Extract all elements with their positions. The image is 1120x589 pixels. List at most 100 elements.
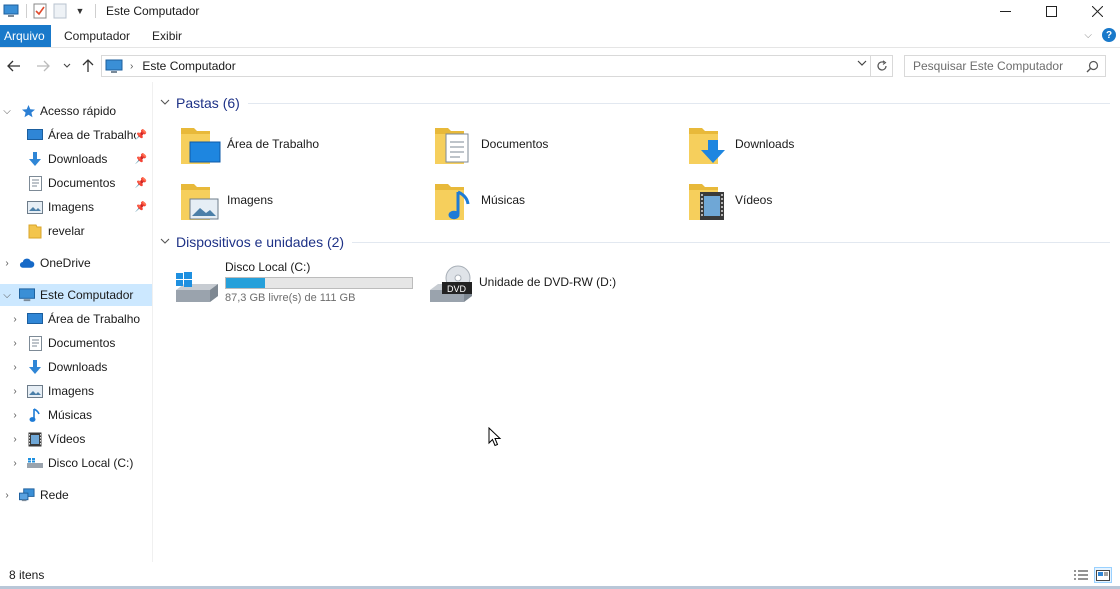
tab-arquivo[interactable]: Arquivo xyxy=(0,25,51,47)
maximize-button[interactable] xyxy=(1028,0,1074,22)
sidebar-item-documentos[interactable]: › Documentos xyxy=(0,332,152,354)
search-input[interactable] xyxy=(913,59,1083,73)
status-bar: 8 itens xyxy=(0,564,1120,586)
folder-tile-musicas[interactable]: Músicas xyxy=(434,176,684,224)
ribbon-tabs: Arquivo Computador Exibir ⌵ ? xyxy=(0,25,1120,48)
sidebar-item-area-de-trabalho[interactable]: › Área de Trabalho xyxy=(0,308,152,330)
sidebar-item-documentos-pinned[interactable]: Documentos 📌 xyxy=(0,172,152,194)
sidebar-item-videos[interactable]: › Vídeos xyxy=(0,428,152,450)
sidebar-item-label: Disco Local (C:) xyxy=(48,456,134,470)
pin-icon[interactable]: 📌 xyxy=(135,130,147,141)
tiles-view-icon[interactable] xyxy=(1094,567,1112,583)
details-view-icon[interactable] xyxy=(1072,567,1090,583)
sidebar-item-imagens[interactable]: › Imagens xyxy=(0,380,152,402)
expanded-chevron-icon[interactable]: ⌵ xyxy=(2,290,12,301)
document-icon xyxy=(27,335,43,351)
sidebar-item-acesso-rapido[interactable]: ⌵ Acesso rápido xyxy=(0,100,152,122)
search-icon[interactable] xyxy=(1086,60,1099,76)
sidebar-item-label: Imagens xyxy=(48,384,95,398)
folder-label: Vídeos xyxy=(735,193,773,207)
recent-locations-chevron-icon[interactable] xyxy=(58,57,76,75)
breadcrumb-separator-icon[interactable]: › xyxy=(130,61,133,72)
sidebar-item-label: Acesso rápido xyxy=(40,104,117,118)
minimize-button[interactable] xyxy=(982,0,1028,22)
sidebar-item-downloads-pinned[interactable]: Downloads 📌 xyxy=(0,148,152,170)
document-icon xyxy=(27,175,43,191)
expand-ribbon-chevron-icon[interactable]: ⌵ xyxy=(1084,30,1092,41)
collapsed-chevron-icon[interactable]: › xyxy=(2,258,12,269)
collapse-group-chevron-icon[interactable] xyxy=(160,98,174,109)
navigation-bar: › Este Computador xyxy=(0,54,1120,78)
group-title: Dispositivos e unidades (2) xyxy=(176,234,345,250)
collapsed-chevron-icon[interactable]: › xyxy=(10,458,20,469)
collapse-group-chevron-icon[interactable] xyxy=(160,237,174,248)
folder-label: Documentos xyxy=(481,137,549,151)
sidebar-item-area-de-trabalho-pinned[interactable]: Área de Trabalho 📌 xyxy=(0,124,152,146)
folder-icon xyxy=(27,223,43,239)
drive-tile-dvd[interactable]: DVD Unidade de DVD-RW (D:) xyxy=(428,257,616,307)
close-button[interactable] xyxy=(1074,0,1120,22)
windows-drive-icon xyxy=(174,260,220,304)
customize-toolbar-chevron-icon[interactable]: ▼ xyxy=(71,2,89,20)
search-box[interactable] xyxy=(904,55,1106,77)
pin-icon[interactable]: 📌 xyxy=(135,178,147,189)
pane-divider[interactable] xyxy=(152,82,153,562)
collapsed-chevron-icon[interactable]: › xyxy=(10,410,20,421)
folder-tile-imagens[interactable]: Imagens xyxy=(180,176,430,224)
pin-icon[interactable]: 📌 xyxy=(135,202,147,213)
group-title: Pastas (6) xyxy=(176,95,240,111)
toolbar-separator xyxy=(26,4,27,18)
drive-label: Disco Local (C:) xyxy=(225,260,311,274)
sidebar-item-este-computador[interactable]: ⌵ Este Computador xyxy=(0,284,152,306)
tab-exibir[interactable]: Exibir xyxy=(141,25,193,47)
breadcrumb[interactable]: Este Computador xyxy=(142,59,235,73)
navigation-pane: ⌵ Acesso rápido Área de Trabalho 📌 Downl… xyxy=(0,96,152,562)
tab-computador[interactable]: Computador xyxy=(53,25,141,47)
desktop-icon xyxy=(27,311,43,327)
pin-icon[interactable]: 📌 xyxy=(135,154,147,165)
refresh-button[interactable] xyxy=(871,55,893,77)
sidebar-item-downloads[interactable]: › Downloads xyxy=(0,356,152,378)
picture-icon xyxy=(27,199,43,215)
music-folder-icon xyxy=(434,178,476,222)
window-title: Este Computador xyxy=(106,4,200,18)
sidebar-item-imagens-pinned[interactable]: Imagens 📌 xyxy=(0,196,152,218)
up-arrow-icon[interactable] xyxy=(79,57,97,75)
group-header-dispositivos[interactable]: Dispositivos e unidades (2) xyxy=(160,232,1110,252)
folder-tile-videos[interactable]: Vídeos xyxy=(688,176,938,224)
film-icon xyxy=(27,431,43,447)
expanded-chevron-icon[interactable]: ⌵ xyxy=(2,106,12,117)
sidebar-item-onedrive[interactable]: › OneDrive xyxy=(0,252,152,274)
address-history-chevron-icon[interactable] xyxy=(857,59,867,70)
folder-label: Área de Trabalho xyxy=(227,137,320,151)
sidebar-item-musicas[interactable]: › Músicas xyxy=(0,404,152,426)
new-folder-icon[interactable] xyxy=(51,2,69,20)
collapsed-chevron-icon[interactable]: › xyxy=(2,490,12,501)
address-bar[interactable]: › Este Computador xyxy=(101,55,871,77)
sidebar-item-disco-local[interactable]: › Disco Local (C:) xyxy=(0,452,152,474)
download-arrow-icon xyxy=(27,151,43,167)
folder-label: Músicas xyxy=(481,193,526,207)
collapsed-chevron-icon[interactable]: › xyxy=(10,362,20,373)
sidebar-item-rede[interactable]: › Rede xyxy=(0,484,152,506)
download-arrow-icon xyxy=(27,359,43,375)
picture-icon xyxy=(27,383,43,399)
collapsed-chevron-icon[interactable]: › xyxy=(10,338,20,349)
sidebar-item-revelar[interactable]: revelar xyxy=(0,220,152,242)
computer-icon[interactable] xyxy=(2,2,20,20)
desktop-icon xyxy=(27,127,43,143)
collapsed-chevron-icon[interactable]: › xyxy=(10,386,20,397)
back-arrow-icon[interactable] xyxy=(5,57,23,75)
sidebar-item-label: Este Computador xyxy=(40,288,134,302)
collapsed-chevron-icon[interactable]: › xyxy=(10,434,20,445)
group-header-pastas[interactable]: Pastas (6) xyxy=(160,93,1110,113)
drive-tile-disco-local[interactable]: Disco Local (C:) 87,3 GB livre(s) de 111… xyxy=(174,257,413,307)
folder-tile-area-de-trabalho[interactable]: Área de Trabalho xyxy=(180,120,430,168)
sidebar-item-label: Vídeos xyxy=(48,432,86,446)
folder-tile-downloads[interactable]: Downloads xyxy=(688,120,938,168)
collapsed-chevron-icon[interactable]: › xyxy=(10,314,20,325)
forward-arrow-icon[interactable] xyxy=(34,57,52,75)
properties-icon[interactable] xyxy=(31,2,49,20)
help-icon[interactable]: ? xyxy=(1102,28,1116,42)
folder-tile-documentos[interactable]: Documentos xyxy=(434,120,684,168)
